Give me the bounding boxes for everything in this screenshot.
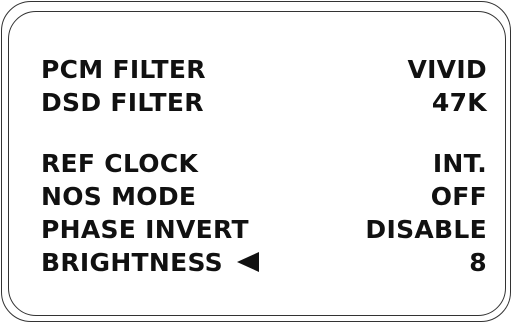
menu-item-value: DISABLE [365, 214, 487, 244]
menu-item-label: BRIGHTNESS [41, 247, 223, 277]
menu-item-dsd-filter[interactable]: DSD FILTER 47K [41, 86, 487, 118]
menu-item-value: 8 [469, 247, 487, 277]
menu-item-ref-clock[interactable]: REF CLOCK INT. [41, 147, 487, 179]
menu-item-value: OFF [430, 181, 487, 211]
left-triangle-icon [237, 252, 259, 272]
menu-item-label: REF CLOCK [41, 148, 199, 178]
menu-item-value: VIVID [407, 54, 487, 84]
menu-item-pcm-filter[interactable]: PCM FILTER VIVID [41, 53, 487, 85]
menu-item-value: INT. [432, 148, 487, 178]
menu-item-label: NOS MODE [41, 181, 197, 211]
menu-item-label: PHASE INVERT [41, 214, 249, 244]
menu-item-phase-invert[interactable]: PHASE INVERT DISABLE [41, 213, 487, 245]
menu-item-label: PCM FILTER [41, 54, 206, 84]
menu-item-nos-mode[interactable]: NOS MODE OFF [41, 180, 487, 212]
menu-item-label: DSD FILTER [41, 87, 204, 117]
menu-item-value: 47K [431, 87, 487, 117]
menu-item-brightness[interactable]: BRIGHTNESS 8 [41, 246, 487, 278]
